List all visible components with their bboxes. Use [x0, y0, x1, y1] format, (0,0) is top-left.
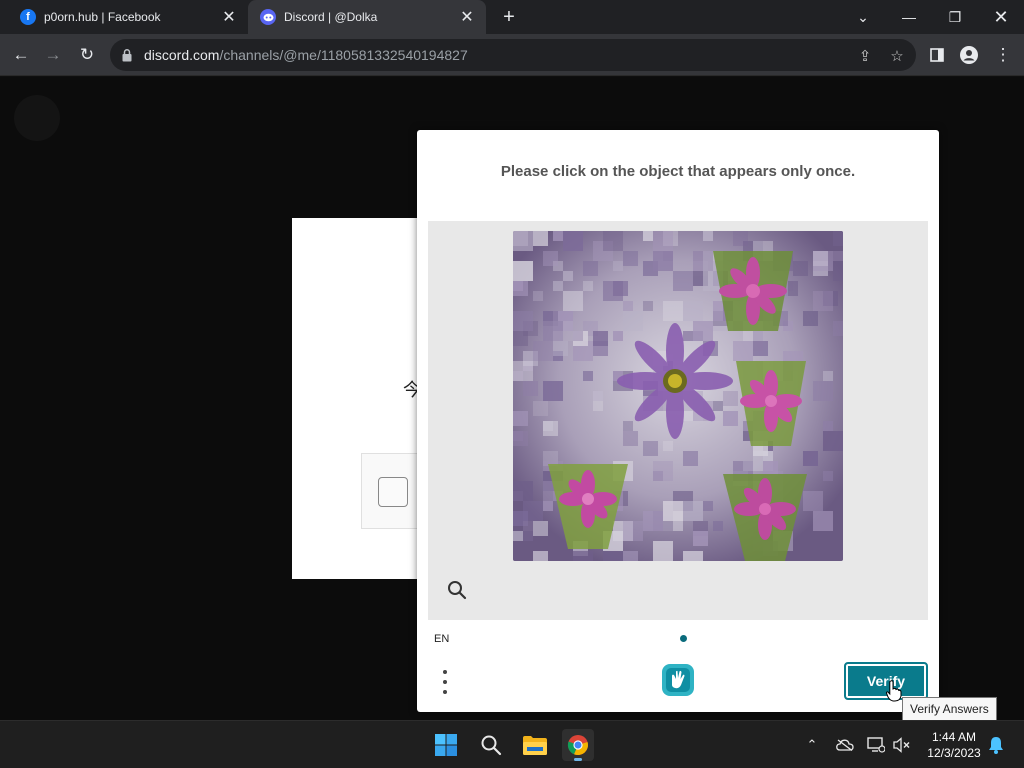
search-icon[interactable] — [475, 729, 507, 761]
challenge-progress-dot — [680, 635, 687, 642]
facebook-icon: f — [20, 9, 36, 25]
address-bar[interactable]: discord.com/channels/@me/118058133254019… — [110, 39, 916, 71]
language-selector[interactable]: EN — [434, 633, 449, 645]
profile-icon[interactable] — [956, 42, 982, 68]
clock-time: 1:44 AM — [931, 730, 977, 744]
browser-toolbar: ← → ↻ discord.com/channels/@me/118058133… — [0, 34, 1024, 76]
windows-taskbar: ⌃ 1:44 AM 12/3/2023 — [0, 720, 1024, 768]
browser-menu-icon[interactable]: ⋮ — [990, 42, 1016, 68]
bookmark-star-icon[interactable]: ☆ — [888, 47, 906, 65]
discord-icon — [260, 9, 276, 25]
url-host: discord.com — [144, 47, 220, 63]
captcha-menu-button[interactable] — [437, 667, 453, 697]
tab-discord[interactable]: Discord | @Dolka ✕ — [248, 0, 486, 34]
restore-button[interactable]: ❐ — [932, 0, 978, 34]
verify-tooltip: Verify Answers — [902, 697, 997, 721]
onedrive-cloud-icon[interactable] — [835, 735, 855, 755]
volume-muted-icon[interactable] — [892, 735, 912, 755]
close-window-button[interactable]: ✕ — [978, 0, 1024, 34]
captcha-challenge-modal: Please click on the object that appears … — [417, 130, 939, 712]
lock-icon[interactable] — [122, 48, 134, 62]
system-clock[interactable]: 1:44 AM 12/3/2023 — [922, 729, 986, 761]
close-tab-icon[interactable]: ✕ — [458, 8, 476, 26]
side-panel-icon[interactable] — [924, 42, 950, 68]
hcaptcha-logo-icon — [661, 663, 695, 697]
discord-home-icon[interactable] — [14, 95, 60, 141]
notification-bell-icon[interactable] — [986, 735, 1006, 755]
chrome-taskbar-icon[interactable] — [562, 729, 594, 761]
challenge-prompt: Please click on the object that appears … — [500, 163, 856, 180]
reload-button[interactable]: ↻ — [74, 42, 100, 68]
tab-facebook[interactable]: f p0orn.hub | Facebook ✕ — [8, 0, 248, 34]
tab-title: Discord | @Dolka — [284, 10, 378, 24]
forward-button[interactable]: → — [40, 42, 66, 68]
clock-date: 12/3/2023 — [927, 746, 981, 760]
minimize-button[interactable]: — — [886, 0, 932, 34]
url-path: /channels/@me/1180581332540194827 — [219, 47, 468, 63]
new-tab-button[interactable]: + — [498, 6, 520, 28]
tab-strip: f p0orn.hub | Facebook ✕ Discord | @Dolk… — [0, 0, 1024, 34]
captcha-checkbox[interactable] — [378, 477, 408, 507]
tab-search-chevron-icon[interactable]: ⌄ — [840, 0, 886, 34]
hand-cursor-icon — [885, 680, 902, 702]
close-tab-icon[interactable]: ✕ — [220, 8, 238, 26]
active-app-indicator — [574, 758, 582, 761]
challenge-task-area — [428, 221, 928, 620]
network-icon[interactable] — [866, 735, 886, 755]
share-icon[interactable]: ⇪ — [856, 47, 874, 65]
file-explorer-icon[interactable] — [519, 729, 551, 761]
back-button[interactable]: ← — [8, 42, 34, 68]
show-hidden-icons-chevron[interactable]: ⌃ — [802, 735, 822, 755]
challenge-image-canvas[interactable] — [513, 231, 843, 561]
zoom-magnifier-icon[interactable] — [446, 579, 468, 601]
discord-page: 今 Please click on the object that appear… — [0, 77, 1024, 720]
tab-title: p0orn.hub | Facebook — [44, 10, 161, 24]
windows-start-icon[interactable] — [430, 729, 462, 761]
